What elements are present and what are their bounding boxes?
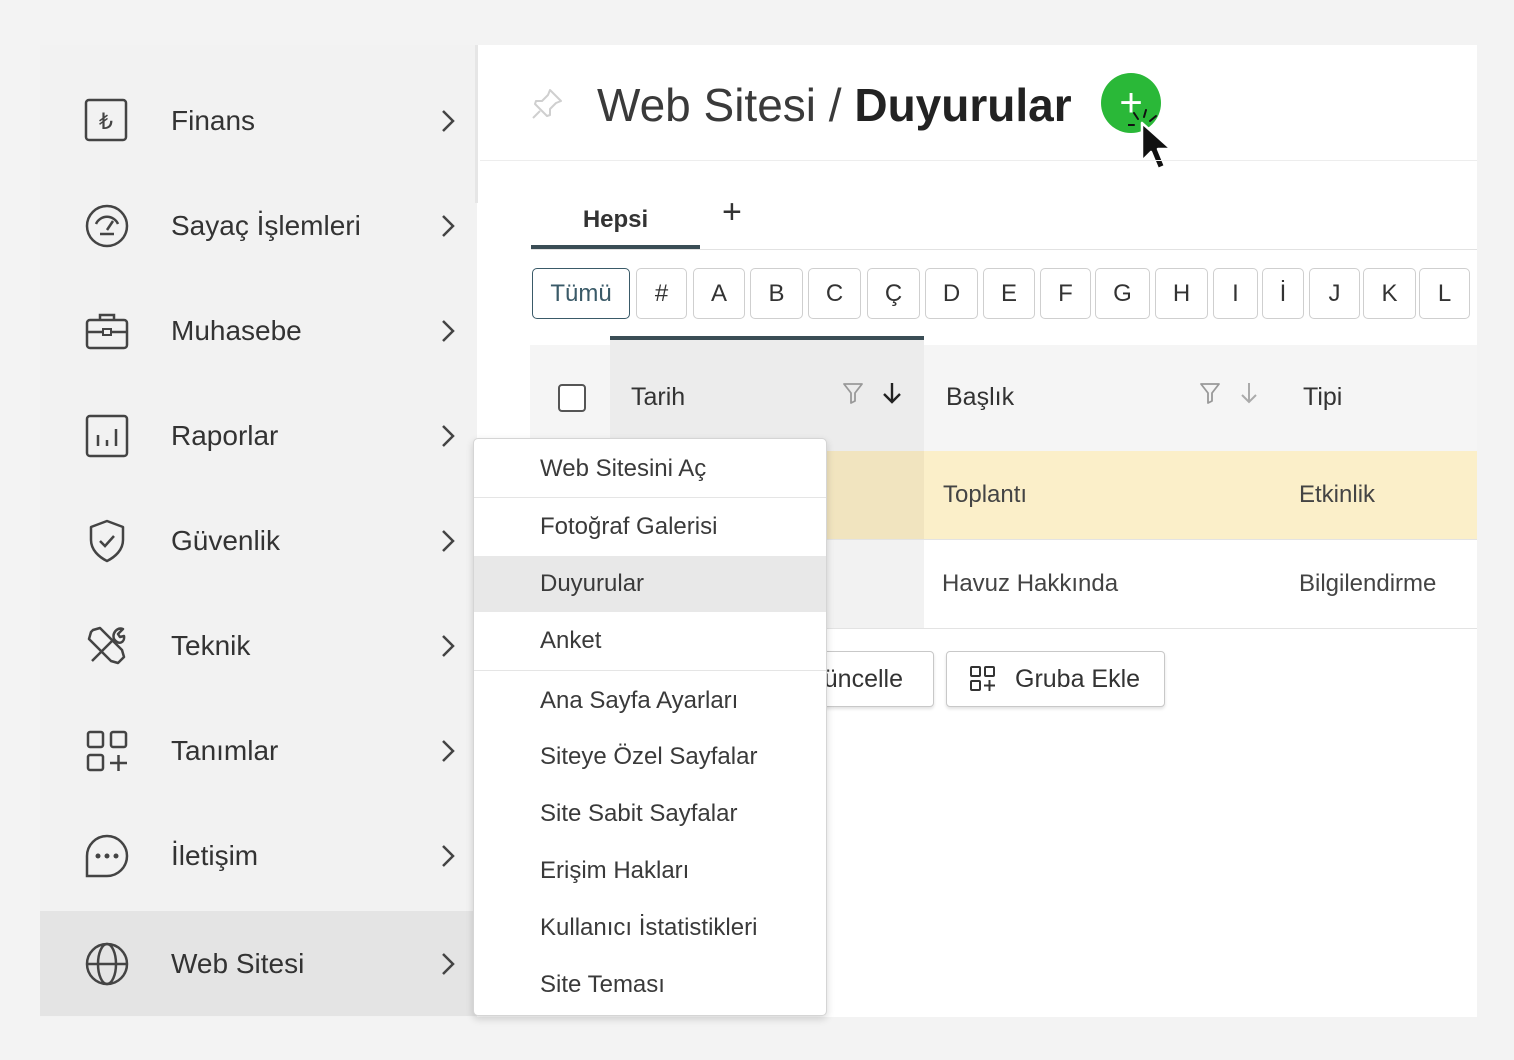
sort-icon[interactable] (1237, 380, 1261, 406)
menu-item-site-temasi[interactable]: Site Teması (474, 957, 826, 1013)
menu-item-site-sabit-sayfalar[interactable]: Site Sabit Sayfalar (474, 786, 826, 842)
chevron-right-icon (442, 634, 455, 657)
sidebar-item-raporlar[interactable]: Raporlar (40, 383, 477, 488)
table-cell-tipi: Etkinlik (1299, 481, 1376, 508)
bar-chart-icon (84, 413, 130, 459)
letter-filter-i-dot[interactable]: İ (1262, 268, 1304, 319)
sidebar-item-iletisim[interactable]: İletişim (40, 803, 477, 908)
sidebar-item-web-sitesi[interactable]: Web Sitesi (40, 911, 477, 1016)
header-divider (480, 160, 1477, 161)
sidebar-item-teknik[interactable]: Teknik (40, 593, 477, 698)
sidebar-item-label: Sayaç İşlemleri (171, 209, 361, 241)
column-header-baslik[interactable]: Başlık (946, 383, 1014, 412)
letter-filter-k[interactable]: K (1363, 268, 1416, 319)
update-button-label: üncelle (823, 664, 903, 693)
menu-item-web-sitesini-ac[interactable]: Web Sitesini Aç (474, 441, 826, 497)
web-sitesi-submenu: Web Sitesini Aç Fotoğraf Galerisi Duyuru… (473, 438, 827, 1016)
sidebar-item-label: Raporlar (171, 419, 279, 451)
tools-icon (84, 623, 130, 669)
column-header-tipi[interactable]: Tipi (1303, 383, 1342, 412)
chevron-right-icon (442, 424, 455, 447)
chevron-right-icon (442, 952, 455, 975)
letter-filter-i[interactable]: I (1213, 268, 1258, 319)
sidebar-item-label: Tanımlar (171, 734, 279, 766)
menu-separator (474, 670, 826, 671)
letter-filter-tumu[interactable]: Tümü (532, 268, 630, 319)
letter-filter-a[interactable]: A (693, 268, 745, 319)
table-cell-baslik: Havuz Hakkında (942, 570, 1119, 597)
sidebar-item-label: Finans (171, 104, 256, 136)
letter-filter-e[interactable]: E (983, 268, 1035, 319)
filter-icon[interactable] (1198, 380, 1222, 406)
briefcase-icon (84, 308, 130, 354)
globe-icon (84, 941, 130, 987)
lira-icon: ₺ (84, 98, 130, 144)
menu-item-kullanici-istatistikleri[interactable]: Kullanıcı İstatistikleri (474, 900, 826, 956)
sorted-column-indicator (610, 336, 924, 340)
letter-filter-l[interactable]: L (1419, 268, 1470, 319)
chevron-right-icon (442, 214, 455, 237)
chevron-right-icon (442, 109, 455, 132)
menu-item-fotograf-galerisi[interactable]: Fotoğraf Galerisi (474, 499, 826, 555)
sidebar: ₺ Finans Sayaç İşlemleri Muhasebe Raporl… (40, 45, 478, 1017)
sidebar-item-sayac[interactable]: Sayaç İşlemleri (40, 173, 477, 278)
letter-filter-c[interactable]: C (808, 268, 861, 319)
sidebar-item-label: Web Sitesi (171, 947, 305, 979)
column-header-tarih[interactable]: Tarih (631, 383, 685, 412)
filter-icon[interactable] (841, 380, 865, 406)
chevron-right-icon (442, 739, 455, 762)
tab-hepsi[interactable]: Hepsi (531, 193, 700, 247)
letter-filter-b[interactable]: B (750, 268, 803, 319)
table-cell-baslik: Toplantı (943, 481, 1028, 508)
sidebar-divider (475, 45, 478, 203)
menu-separator (474, 497, 826, 498)
add-tab-button[interactable]: + (722, 193, 742, 232)
sidebar-item-muhasebe[interactable]: Muhasebe (40, 278, 477, 383)
menu-item-erisim-haklari[interactable]: Erişim Hakları (474, 843, 826, 899)
sidebar-item-guvenlik[interactable]: Güvenlik (40, 488, 477, 593)
pin-icon[interactable] (530, 87, 564, 121)
chevron-right-icon (442, 529, 455, 552)
menu-item-duyurular[interactable]: Duyurular (474, 556, 826, 612)
grid-plus-icon (970, 666, 995, 691)
select-all-checkbox[interactable] (558, 384, 586, 412)
menu-item-ana-sayfa-ayarlari[interactable]: Ana Sayfa Ayarları (474, 673, 826, 729)
letter-filter-f[interactable]: F (1040, 268, 1091, 319)
shield-icon (84, 518, 130, 564)
letter-filter-hash[interactable]: # (636, 268, 687, 319)
sidebar-item-label: Güvenlik (171, 524, 280, 556)
menu-item-anket[interactable]: Anket (474, 613, 826, 669)
add-to-group-button[interactable]: Gruba Ekle (946, 651, 1165, 707)
letter-filter-j[interactable]: J (1309, 268, 1360, 319)
svg-text:₺: ₺ (99, 110, 113, 135)
chevron-right-icon (442, 844, 455, 867)
meter-icon (84, 203, 130, 249)
add-to-group-label: Gruba Ekle (1015, 664, 1141, 693)
sidebar-item-label: Teknik (171, 629, 251, 661)
sidebar-item-label: İletişim (171, 839, 259, 871)
grid-plus-icon (84, 728, 130, 774)
tabs-divider (531, 249, 1477, 250)
sort-desc-icon[interactable] (880, 380, 904, 406)
chat-icon (84, 833, 130, 879)
sidebar-item-finans[interactable]: ₺ Finans (40, 68, 477, 173)
table-cell-tipi: Bilgilendirme (1299, 570, 1437, 597)
menu-item-siteye-ozel-sayfalar[interactable]: Siteye Özel Sayfalar (474, 729, 826, 785)
letter-filter-c-cedilla[interactable]: Ç (867, 268, 920, 319)
chevron-right-icon (442, 319, 455, 342)
page-title-current: Duyurular (854, 79, 1072, 131)
sidebar-item-label: Muhasebe (171, 314, 302, 346)
sidebar-item-tanimlar[interactable]: Tanımlar (40, 698, 477, 803)
page-title-prefix: Web Sitesi / (597, 79, 855, 131)
page-title: Web Sitesi / Duyurular (597, 78, 1072, 132)
letter-filter-h[interactable]: H (1155, 268, 1208, 319)
letter-filter-d[interactable]: D (925, 268, 978, 319)
letter-filter-g[interactable]: G (1095, 268, 1150, 319)
mouse-cursor-icon (1128, 109, 1173, 171)
